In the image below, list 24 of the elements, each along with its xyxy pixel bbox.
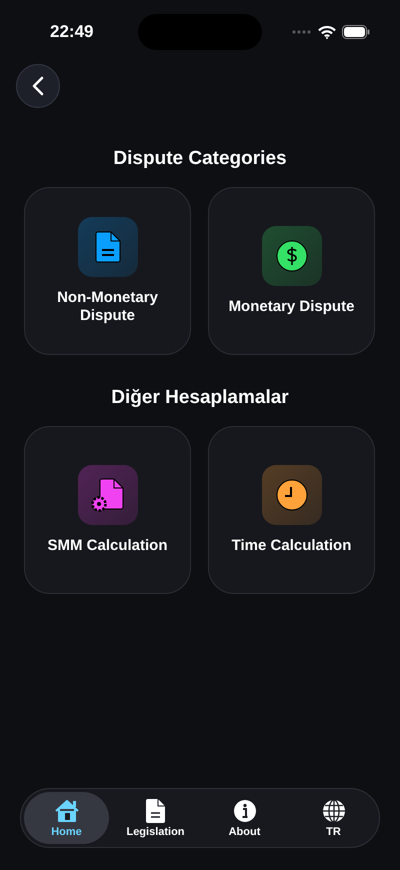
category-card[interactable]: Monetary Dispute <box>208 187 375 355</box>
tab[interactable]: Legislation <box>113 792 198 844</box>
tab[interactable]: Home <box>24 792 109 844</box>
globe-icon <box>322 798 346 822</box>
home-icon <box>52 798 80 822</box>
section-title: Dispute Categories <box>112 148 288 170</box>
battery-icon <box>342 25 370 39</box>
document-icon <box>146 798 166 822</box>
info-icon <box>232 798 256 822</box>
status-time: 22:49 <box>50 22 94 42</box>
category-card[interactable]: Time Calculation <box>208 426 375 594</box>
back-icon <box>32 76 44 96</box>
dollar-icon <box>276 240 308 272</box>
category-card[interactable]: SMM Calculation <box>24 426 191 594</box>
category-card[interactable]: Non-Monetary Dispute <box>24 187 191 355</box>
tab[interactable]: TR <box>291 792 376 844</box>
back-button[interactable] <box>16 64 60 108</box>
signal-icon <box>292 30 312 34</box>
document-icon <box>94 231 120 263</box>
tab[interactable]: About <box>202 792 287 844</box>
clock-icon <box>276 479 308 511</box>
document-gear-icon <box>90 478 124 512</box>
section-title: Diğer Hesaplamalar <box>110 387 290 409</box>
wifi-icon <box>318 26 336 38</box>
